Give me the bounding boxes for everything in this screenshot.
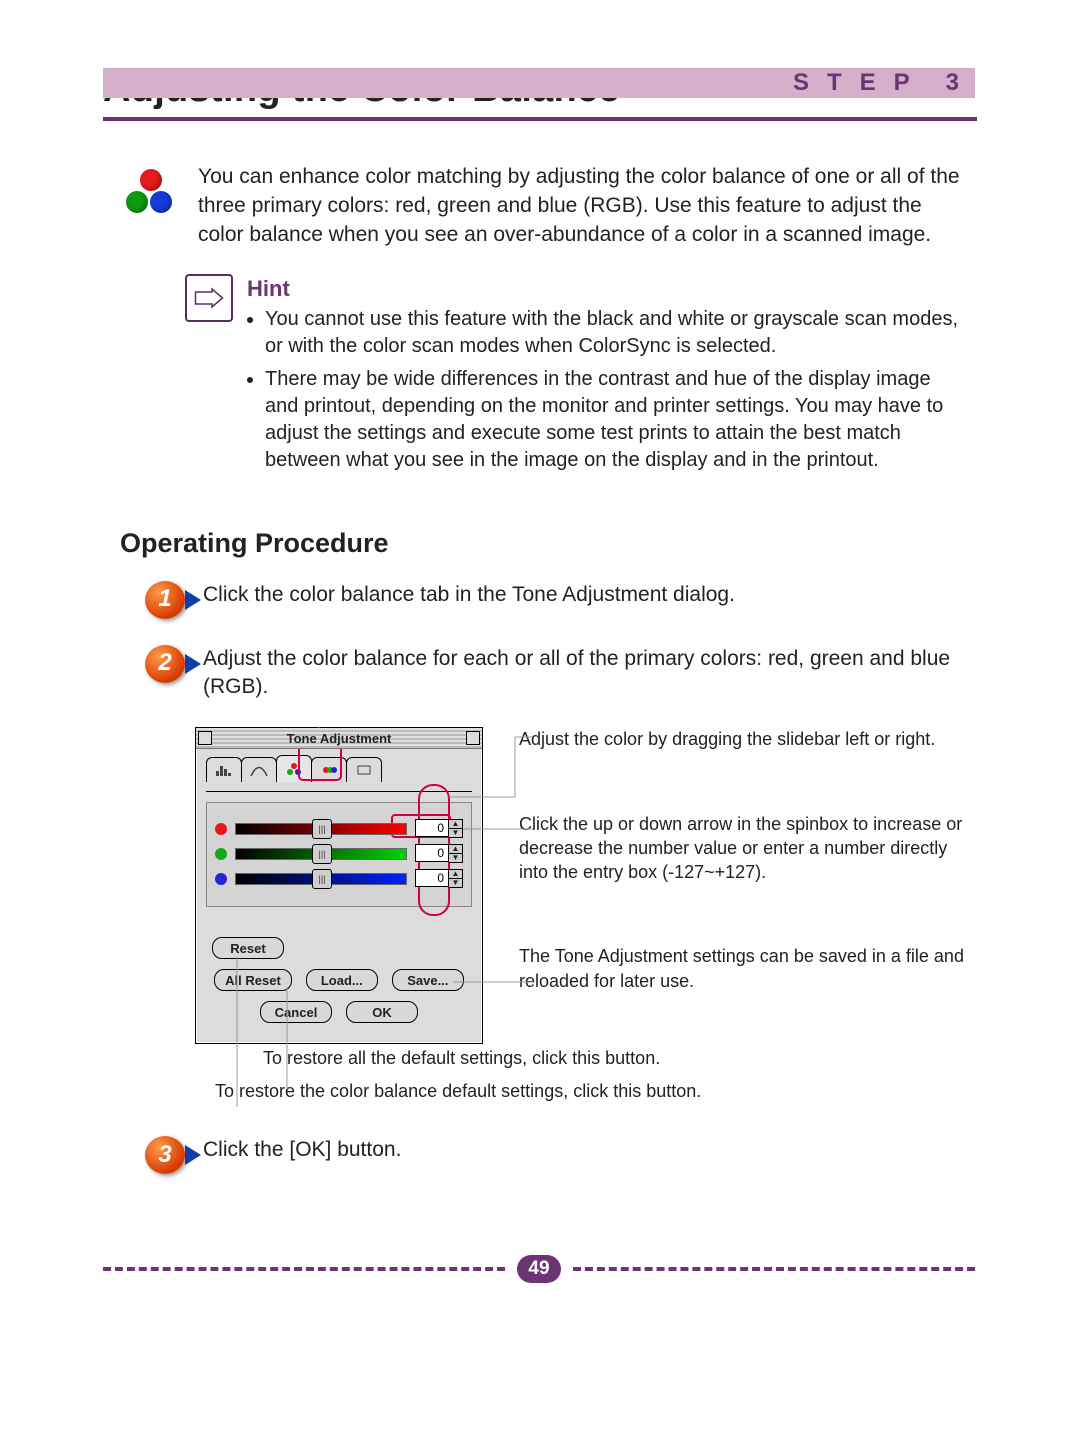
hint-bullet: There may be wide differences in the con… bbox=[265, 366, 960, 474]
tab-color-balance[interactable] bbox=[276, 755, 312, 782]
spin-down-icon[interactable]: ▼ bbox=[449, 854, 462, 862]
slider-row-green: ||| ▲▼ bbox=[215, 844, 463, 863]
step-2: 2 Adjust the color balance for each or a… bbox=[145, 645, 960, 702]
rgb-icon bbox=[120, 167, 176, 223]
save-button[interactable]: Save... bbox=[392, 969, 464, 991]
hint-icon bbox=[185, 274, 233, 322]
footer-rule-right bbox=[573, 1267, 975, 1271]
all-reset-button[interactable]: All Reset bbox=[214, 969, 292, 991]
hint-bullet: You cannot use this feature with the bla… bbox=[265, 306, 960, 360]
slider-thumb-icon[interactable]: ||| bbox=[312, 844, 332, 864]
annotation-reset: To restore the color balance default set… bbox=[215, 1081, 960, 1102]
tab-none[interactable] bbox=[346, 757, 382, 782]
dialog-title: Tone Adjustment bbox=[196, 731, 482, 746]
page-number: 49 bbox=[517, 1255, 561, 1283]
dialog-titlebar: Tone Adjustment bbox=[196, 728, 482, 749]
red-dot-icon bbox=[215, 823, 227, 835]
red-spinbox[interactable]: ▲▼ bbox=[415, 819, 463, 838]
red-value-input[interactable] bbox=[415, 819, 449, 837]
step-text: Click the color balance tab in the Tone … bbox=[203, 581, 735, 619]
slider-thumb-icon[interactable]: ||| bbox=[312, 819, 332, 839]
annotation-slider: Adjust the color by dragging the slideba… bbox=[519, 727, 980, 751]
step-header: STEP 3 bbox=[103, 68, 975, 98]
manual-page: STEP3 Adjusting the Color Balance You ca… bbox=[0, 68, 1080, 1433]
tab-histogram[interactable] bbox=[206, 757, 242, 782]
annotations-column: Adjust the color by dragging the slideba… bbox=[519, 727, 980, 993]
procedure-heading: Operating Procedure bbox=[120, 528, 960, 559]
title-rule bbox=[103, 117, 977, 121]
dialog-annotation-area: Tone Adjustment ||| bbox=[195, 727, 980, 1044]
blue-spinbox[interactable]: ▲▼ bbox=[415, 869, 463, 888]
slider-row-blue: ||| ▲▼ bbox=[215, 869, 463, 888]
blue-slider[interactable]: ||| bbox=[235, 873, 407, 885]
reset-button[interactable]: Reset bbox=[212, 937, 284, 959]
slider-thumb-icon[interactable]: ||| bbox=[312, 869, 332, 889]
tone-adjustment-dialog: Tone Adjustment ||| bbox=[195, 727, 483, 1044]
step-3: 3 Click the [OK] button. bbox=[145, 1136, 960, 1174]
annotation-spin: Click the up or down arrow in the spinbo… bbox=[519, 812, 980, 885]
green-slider[interactable]: ||| bbox=[235, 848, 407, 860]
spin-down-icon[interactable]: ▼ bbox=[449, 879, 462, 887]
tab-channel[interactable] bbox=[311, 757, 347, 782]
step-text: Click the [OK] button. bbox=[203, 1136, 401, 1174]
load-button[interactable]: Load... bbox=[306, 969, 378, 991]
step-marker-2: 2 bbox=[145, 645, 185, 683]
step-number: 3 bbox=[946, 69, 959, 96]
tone-tabs bbox=[206, 757, 472, 782]
tab-curve[interactable] bbox=[241, 757, 277, 782]
blue-value-input[interactable] bbox=[415, 869, 449, 887]
step-1: 1 Click the color balance tab in the Ton… bbox=[145, 581, 960, 619]
hint-title: Hint bbox=[247, 274, 960, 304]
intro-row: You can enhance color matching by adjust… bbox=[120, 163, 960, 250]
page-footer: 49 bbox=[103, 1255, 975, 1283]
green-dot-icon bbox=[215, 848, 227, 860]
hint-block: Hint You cannot use this feature with th… bbox=[185, 272, 960, 480]
hint-body: Hint You cannot use this feature with th… bbox=[247, 272, 960, 480]
step-text: Adjust the color balance for each or all… bbox=[203, 645, 960, 702]
step-marker-3: 3 bbox=[145, 1136, 185, 1174]
step-marker-1: 1 bbox=[145, 581, 185, 619]
cancel-button[interactable]: Cancel bbox=[260, 1001, 332, 1023]
step-label: STEP bbox=[793, 69, 928, 96]
annotation-loadsave: The Tone Adjustment settings can be save… bbox=[519, 944, 980, 993]
spin-down-icon[interactable]: ▼ bbox=[449, 829, 462, 837]
footer-rule-left bbox=[103, 1267, 505, 1271]
annotation-allreset: To restore all the default settings, cli… bbox=[263, 1048, 960, 1069]
intro-paragraph: You can enhance color matching by adjust… bbox=[198, 163, 960, 250]
green-value-input[interactable] bbox=[415, 844, 449, 862]
blue-dot-icon bbox=[215, 873, 227, 885]
under-dialog-callouts: To restore all the default settings, cli… bbox=[195, 1048, 960, 1102]
red-slider[interactable]: ||| bbox=[235, 823, 407, 835]
slider-row-red: ||| ▲▼ bbox=[215, 819, 463, 838]
sliders-panel: ||| ▲▼ ||| ▲▼ bbox=[206, 802, 472, 907]
ok-button[interactable]: OK bbox=[346, 1001, 418, 1023]
green-spinbox[interactable]: ▲▼ bbox=[415, 844, 463, 863]
